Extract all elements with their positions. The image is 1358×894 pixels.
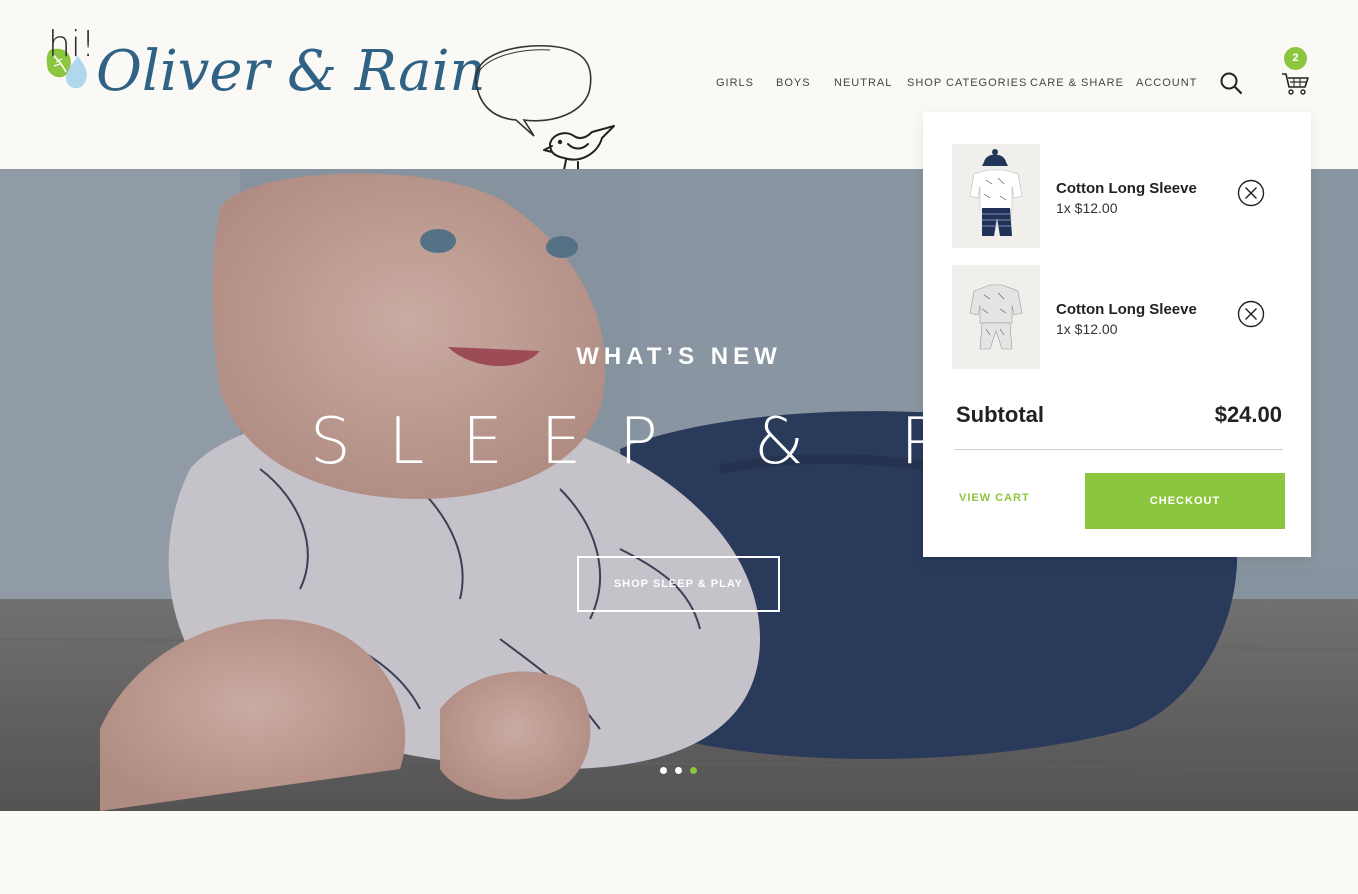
subtotal-label: Subtotal — [956, 402, 1044, 427]
carousel-dot-1[interactable] — [660, 767, 667, 774]
view-cart-link[interactable]: VIEW CART — [959, 492, 1030, 504]
brand-name: Oliver & Rain — [96, 39, 486, 104]
product-thumbnail[interactable] — [952, 144, 1040, 248]
hi-bubble-text: hi! — [48, 24, 96, 65]
nav-boys[interactable]: BOYS — [776, 77, 811, 89]
nav-account[interactable]: ACCOUNT — [1136, 77, 1197, 89]
carousel-dot-3-active[interactable] — [690, 767, 697, 774]
subtotal-divider — [954, 449, 1283, 450]
nav-shop-categories[interactable]: SHOP CATEGORIES — [907, 77, 1027, 89]
remove-circle-icon[interactable] — [1237, 300, 1265, 328]
remove-circle-icon[interactable] — [1237, 179, 1265, 207]
subtotal-value: $24.00 — [1214, 402, 1282, 427]
cart-item: Cotton Long Sleeve 1x $12.00 — [952, 265, 1282, 369]
cart-item-qty-price: 1x $12.00 — [1056, 321, 1118, 337]
nav-neutral[interactable]: NEUTRAL — [834, 77, 892, 89]
nav-care-share[interactable]: CARE & SHARE — [1030, 77, 1124, 89]
nav-girls[interactable]: GIRLS — [716, 77, 754, 89]
search-icon[interactable] — [1218, 70, 1244, 96]
cart-item: Cotton Long Sleeve 1x $12.00 — [952, 144, 1282, 248]
cart-item-name: Cotton Long Sleeve — [1056, 301, 1197, 318]
product-thumbnail[interactable] — [952, 265, 1040, 369]
page: Oliver & Rain hi! GIRLS BOYS NEUTRAL SHO… — [0, 0, 1358, 894]
cart-item-qty-price: 1x $12.00 — [1056, 200, 1118, 216]
carousel-dots — [660, 767, 697, 774]
hi-bird-illustration — [474, 44, 615, 171]
shop-sleep-play-button[interactable]: SHOP SLEEP & PLAY — [577, 556, 780, 612]
cart-count-badge: 2 — [1284, 47, 1307, 70]
mini-cart-dropdown: Cotton Long Sleeve 1x $12.00 Cotton Long… — [923, 112, 1311, 557]
cart-item-name: Cotton Long Sleeve — [1056, 180, 1197, 197]
carousel-dot-2[interactable] — [675, 767, 682, 774]
cart-icon[interactable] — [1280, 70, 1310, 96]
checkout-button[interactable]: CHECKOUT — [1085, 473, 1285, 529]
page-lower-band — [0, 811, 1358, 894]
